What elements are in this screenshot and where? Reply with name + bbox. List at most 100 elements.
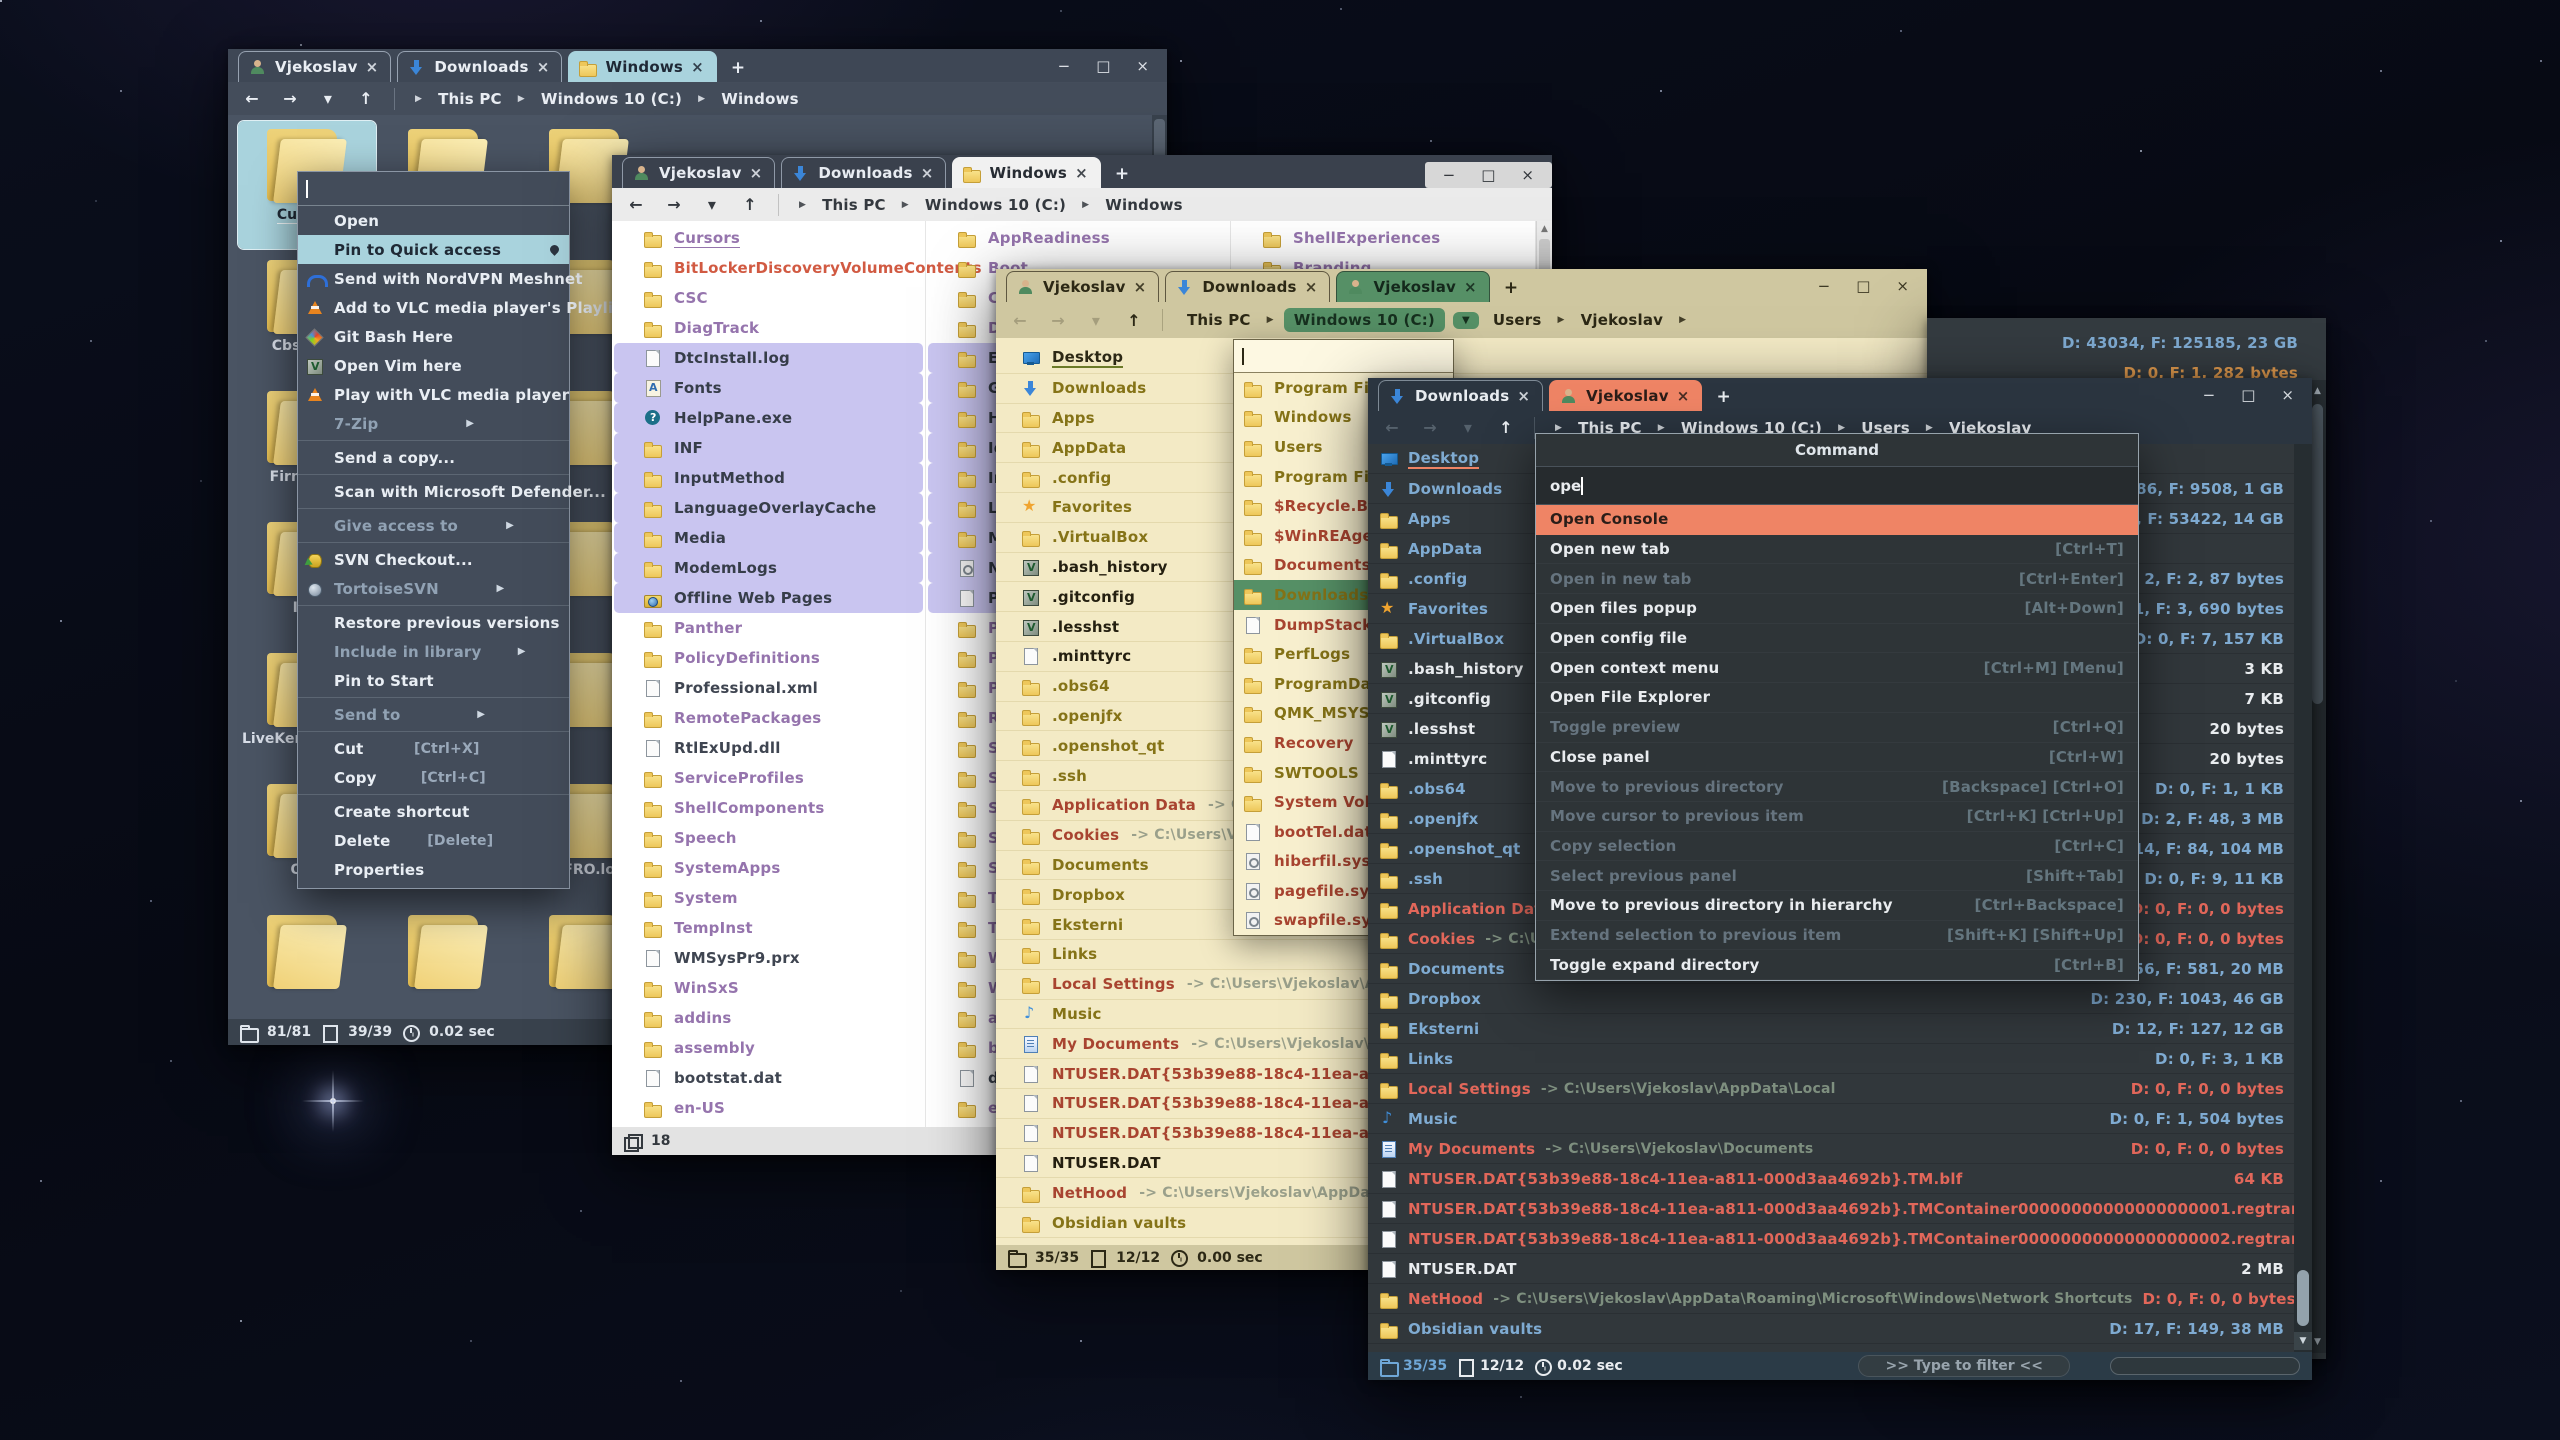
file-row[interactable]: Desktop bbox=[996, 344, 1927, 374]
file-tile[interactable] bbox=[379, 907, 517, 1019]
context-menu-item[interactable]: Delete [Delete] ▶ bbox=[298, 826, 569, 855]
file-row[interactable]: AppReadiness bbox=[928, 223, 1228, 253]
command-palette-item[interactable]: Toggle expand directory [Ctrl+B] bbox=[1536, 950, 2138, 980]
history-dropdown-icon[interactable]: ▾ bbox=[1458, 418, 1478, 437]
command-palette-item[interactable]: Move to previous directory [Backspace] [… bbox=[1536, 772, 2138, 802]
drive-popup-filter-input[interactable] bbox=[1234, 340, 1453, 373]
context-menu-item[interactable]: SVN Checkout... ▶ bbox=[298, 545, 569, 574]
file-row[interactable]: INF bbox=[614, 433, 923, 463]
command-palette-item[interactable]: Open in new tab [Ctrl+Enter] bbox=[1536, 564, 2138, 594]
breadcrumb-segment[interactable]: Windows bbox=[715, 88, 805, 110]
file-row[interactable]: NTUSER.DAT{53b39e88-18c4-11ea-a811-000d3… bbox=[1368, 1194, 2294, 1224]
tab[interactable]: Vjekoslav bbox=[1549, 380, 1702, 411]
maximize-button[interactable]: □ bbox=[2241, 386, 2255, 404]
breadcrumb-segment[interactable]: Vjekoslav bbox=[1575, 309, 1670, 331]
file-row[interactable]: Offline Web Pages bbox=[614, 583, 923, 613]
file-row[interactable]: NTUSER.DAT{53b39e88-18c4-11ea-a811-000d3… bbox=[1368, 1164, 2294, 1194]
command-palette-item[interactable]: Open File Explorer bbox=[1536, 683, 2138, 713]
context-menu-item[interactable]: Add to VLC media player's Playlist ▶ bbox=[298, 293, 569, 322]
new-tab-button[interactable]: + bbox=[1107, 164, 1143, 188]
context-menu-item[interactable]: Send a copy... ▶ bbox=[298, 443, 569, 472]
context-menu-item[interactable]: Create shortcut ▶ bbox=[298, 797, 569, 826]
context-menu-item[interactable]: Pin to Start ▶ bbox=[298, 666, 569, 695]
command-palette-item[interactable]: Select previous panel [Shift+Tab] bbox=[1536, 861, 2138, 891]
filter-input[interactable] bbox=[2110, 1357, 2300, 1375]
file-tile[interactable] bbox=[238, 907, 376, 1019]
tab[interactable]: Vjekoslav bbox=[1006, 271, 1159, 302]
tab[interactable]: Windows bbox=[568, 51, 716, 82]
context-menu-item[interactable]: Restore previous versions ▶ bbox=[298, 608, 569, 637]
drive-dropdown-button[interactable]: ▼ bbox=[1453, 312, 1479, 329]
file-row[interactable]: HelpPane.exe bbox=[614, 403, 923, 433]
maximize-button[interactable]: □ bbox=[1481, 166, 1495, 184]
up-button[interactable]: ↑ bbox=[356, 89, 376, 108]
context-menu-filter-input[interactable] bbox=[298, 172, 569, 206]
tab[interactable]: Vjekoslav bbox=[622, 157, 775, 188]
tab[interactable]: Downloads bbox=[781, 157, 946, 188]
context-menu-item[interactable]: Git Bash Here ▶ bbox=[298, 322, 569, 351]
context-menu-item[interactable]: TortoiseSVN ▶ bbox=[298, 574, 569, 603]
command-palette-item[interactable]: Toggle preview [Ctrl+Q] bbox=[1536, 713, 2138, 743]
history-dropdown-icon[interactable]: ▾ bbox=[702, 195, 722, 214]
breadcrumb-segment[interactable]: Windows bbox=[1099, 194, 1189, 216]
file-row[interactable]: WMSysPr9.prx bbox=[614, 943, 923, 973]
new-tab-button[interactable]: + bbox=[1708, 387, 1744, 411]
close-button[interactable]: × bbox=[2281, 386, 2294, 404]
tab-close-icon[interactable] bbox=[750, 164, 763, 182]
file-row[interactable]: PolicyDefinitions bbox=[614, 643, 923, 673]
breadcrumb-segment[interactable]: This PC bbox=[1181, 309, 1257, 331]
file-row[interactable]: SystemApps bbox=[614, 853, 923, 883]
close-button[interactable]: × bbox=[1896, 277, 1909, 295]
command-palette-item[interactable]: Open files popup [Alt+Down] bbox=[1536, 594, 2138, 624]
up-button[interactable]: ↑ bbox=[1496, 418, 1516, 437]
tab-close-icon[interactable] bbox=[537, 58, 550, 76]
maximize-button[interactable]: □ bbox=[1096, 57, 1110, 75]
file-row[interactable]: Fonts bbox=[614, 373, 923, 403]
vertical-scrollbar[interactable]: ▼ bbox=[2294, 444, 2312, 1352]
close-button[interactable]: × bbox=[1521, 166, 1534, 184]
context-menu-item[interactable]: Give access to ▶ bbox=[298, 511, 569, 540]
tab-close-icon[interactable] bbox=[1075, 164, 1088, 182]
file-row[interactable]: TempInst bbox=[614, 913, 923, 943]
file-row[interactable]: en-US bbox=[614, 1093, 923, 1123]
scrollbar-thumb[interactable] bbox=[2297, 1270, 2309, 1326]
file-row[interactable]: Dropbox D: 230, F: 1043, 46 GB bbox=[1368, 984, 2294, 1014]
back-button[interactable]: ← bbox=[1382, 418, 1402, 437]
back-button[interactable]: ← bbox=[242, 89, 262, 108]
file-row[interactable]: Panther bbox=[614, 613, 923, 643]
context-menu-item[interactable]: Send with NordVPN Meshnet ▶ bbox=[298, 264, 569, 293]
file-row[interactable]: BitLockerDiscoveryVolumeContents bbox=[614, 253, 923, 283]
file-row[interactable]: assembly bbox=[614, 1033, 923, 1063]
history-dropdown-icon[interactable]: ▾ bbox=[1086, 311, 1106, 330]
file-row[interactable]: NTUSER.DAT{53b39e88-18c4-11ea-a811-000d3… bbox=[1368, 1224, 2294, 1254]
context-menu-item[interactable]: Cut [Ctrl+X] ▶ bbox=[298, 734, 569, 763]
back-button[interactable]: ← bbox=[626, 195, 646, 214]
file-row[interactable]: ShellExperiences bbox=[1233, 223, 1533, 253]
forward-button[interactable]: → bbox=[1420, 418, 1440, 437]
file-row[interactable]: ServiceProfiles bbox=[614, 763, 923, 793]
minimize-button[interactable]: − bbox=[1058, 57, 1071, 75]
file-row[interactable]: System bbox=[614, 883, 923, 913]
command-palette-item[interactable]: Move cursor to previous item [Ctrl+K] [C… bbox=[1536, 802, 2138, 832]
close-button[interactable]: × bbox=[1136, 57, 1149, 75]
breadcrumb-drive-selected[interactable]: Windows 10 (C:) bbox=[1284, 308, 1445, 332]
tab[interactable]: Vjekoslav bbox=[1336, 271, 1489, 302]
file-row[interactable]: DtcInstall.log bbox=[614, 343, 923, 373]
tab-close-icon[interactable] bbox=[1305, 278, 1318, 296]
command-palette-item[interactable]: Open config file bbox=[1536, 624, 2138, 654]
file-row[interactable]: WinSxS bbox=[614, 973, 923, 1003]
context-menu-item[interactable]: Pin to Quick access ▶ bbox=[298, 235, 569, 264]
file-row[interactable]: bootstat.dat bbox=[614, 1063, 923, 1093]
tab[interactable]: Downloads bbox=[1165, 271, 1330, 302]
command-palette-item[interactable]: Open Console bbox=[1536, 505, 2138, 535]
history-dropdown-icon[interactable]: ▾ bbox=[318, 89, 338, 108]
context-menu-item[interactable]: Open ▶ bbox=[298, 206, 569, 235]
context-menu-item[interactable]: Play with VLC media player ▶ bbox=[298, 380, 569, 409]
command-palette-item[interactable]: Copy selection [Ctrl+C] bbox=[1536, 832, 2138, 862]
file-row[interactable]: NetHood -> C:\Users\Vjekoslav\AppData\Ro… bbox=[1368, 1284, 2294, 1314]
tab-close-icon[interactable] bbox=[1464, 278, 1477, 296]
tab-close-icon[interactable] bbox=[1517, 387, 1530, 405]
breadcrumb-segment[interactable]: This PC bbox=[816, 194, 892, 216]
breadcrumb-segment[interactable]: This PC bbox=[432, 88, 508, 110]
file-row[interactable]: My Documents -> C:\Users\Vjekoslav\Docum… bbox=[1368, 1134, 2294, 1164]
